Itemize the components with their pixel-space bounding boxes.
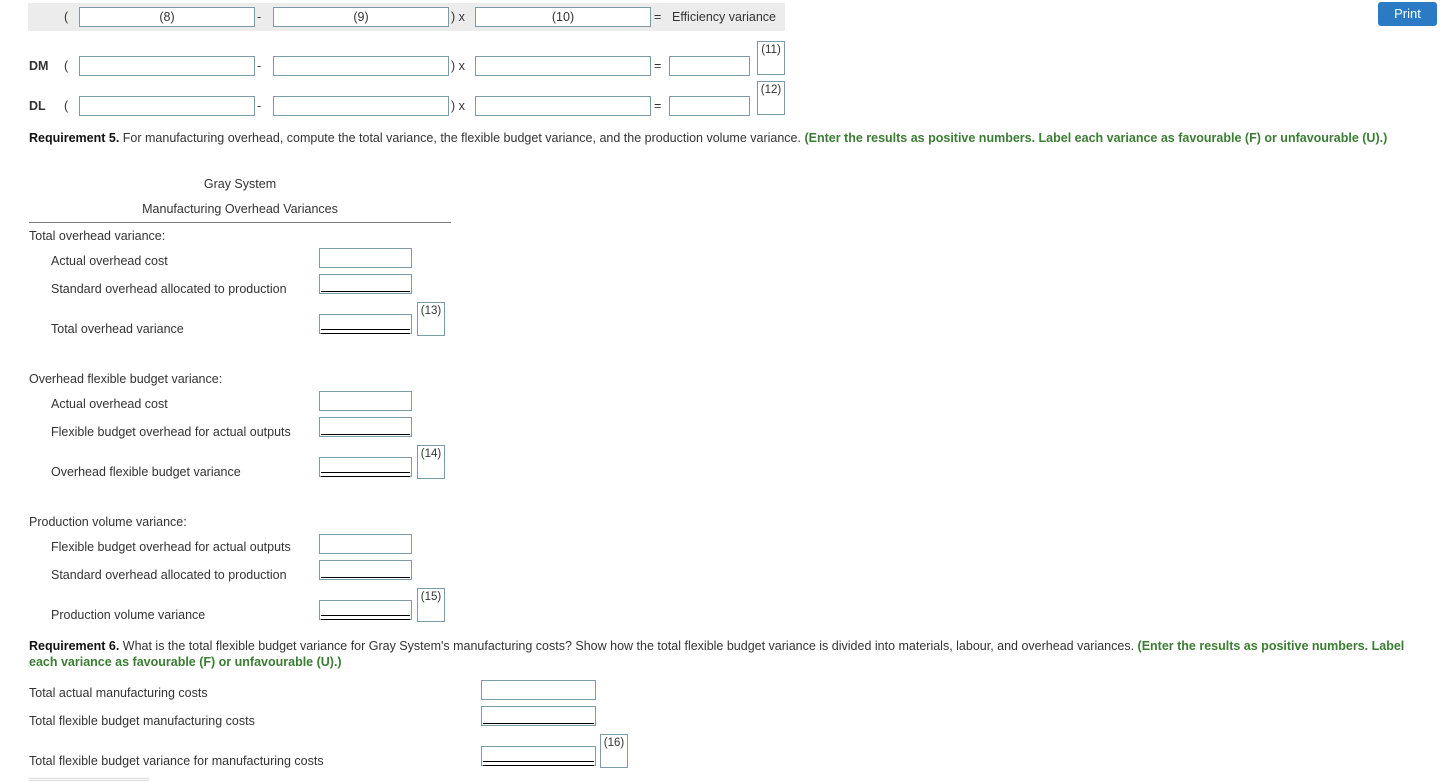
statement-title: Manufacturing Overhead Variances [142,202,338,216]
variance-label-select-16[interactable]: (16) [600,734,628,768]
section-heading-total-overhead-variance: Total overhead variance: [29,229,166,243]
row-label-total-overhead-variance: Total overhead variance [51,322,184,336]
input-total-actual-manufacturing-costs[interactable] [481,680,596,700]
input-flexible-budget-overhead-2[interactable] [319,534,412,554]
row-label-overhead-flexible-budget-variance: Overhead flexible budget variance [51,465,241,479]
dm-open-paren: ( [64,59,69,73]
worksheet-page: Print ( (8) - (9) ) x (10) = Efficiency … [0,0,1440,781]
row-label-flexible-budget-overhead-1: Flexible budget overhead for actual outp… [51,425,291,439]
row-label-standard-overhead-allocated-1: Standard overhead allocated to productio… [51,282,287,296]
row-label-actual-overhead-cost-1: Actual overhead cost [51,254,168,268]
requirement-5-instruction: (Enter the results as positive numbers. … [804,131,1388,145]
dm-efficiency-variance-input[interactable] [669,56,750,76]
requirement-5-text: Requirement 5. For manufacturing overhea… [29,130,1421,146]
print-button[interactable]: Print [1378,2,1437,26]
efficiency-variance-formula: ( (8) - (9) ) x (10) = Efficiency varian… [0,0,800,124]
dm-equals: = [654,59,662,73]
efficiency-variance-label: Efficiency variance [672,10,776,24]
dm-standard-quantity-input[interactable] [273,56,449,76]
dl-actual-quantity-input[interactable] [79,96,255,116]
requirement-5-body: For manufacturing overhead, compute the … [119,131,805,145]
subtotal-rule-1 [321,291,410,292]
header-box-10: (10) [475,7,651,27]
dm-actual-quantity-input[interactable] [79,56,255,76]
requirement-6-number: Requirement 6. [29,639,120,653]
requirement-6-text: Requirement 6. What is the total flexibl… [29,638,1421,670]
header-box-8: (8) [79,7,255,27]
subtotal-rule-4 [483,723,594,724]
row-label-total-flexible-budget-manufacturing-costs: Total flexible budget manufacturing cost… [29,714,255,728]
requirement-5-number: Requirement 5. [29,131,120,145]
subtotal-rule-2 [321,434,410,435]
section-heading-production-volume-variance: Production volume variance: [29,515,187,529]
total-rule-2 [321,472,410,477]
total-rule-4 [483,761,594,766]
variance-label-select-13[interactable]: (13) [417,302,445,336]
requirement-6-body: What is the total flexible budget varian… [119,639,1138,653]
statement-header-rule [29,222,451,223]
header-close-paren-times: ) x [451,10,465,24]
dl-open-paren: ( [64,99,69,113]
header-open-paren: ( [64,10,69,24]
header-minus: - [257,10,262,24]
input-actual-overhead-cost-2[interactable] [319,391,412,411]
dm-close-paren-times: ) x [451,59,465,73]
row-label-actual-overhead-cost-2: Actual overhead cost [51,397,168,411]
row-label-total-flexible-budget-variance: Total flexible budget variance for manuf… [29,754,324,768]
dl-standard-price-input[interactable] [475,96,651,116]
dl-equals: = [654,99,662,113]
dm-minus: - [257,59,262,73]
header-box-9: (9) [273,7,449,27]
header-equals: = [654,10,662,24]
formula-row-dm: DM ( - ) x = (11) [0,41,790,79]
input-actual-overhead-cost-1[interactable] [319,248,412,268]
row-label-production-volume-variance: Production volume variance [51,608,206,622]
dl-minus: - [257,99,262,113]
row-label-flexible-budget-overhead-2: Flexible budget overhead for actual outp… [51,540,291,554]
variance-label-select-15[interactable]: (15) [417,588,445,622]
variance-label-select-14[interactable]: (14) [417,445,445,479]
row-label-total-actual-manufacturing-costs: Total actual manufacturing costs [29,686,208,700]
row-label-dm: DM [29,59,49,73]
statement-company-name: Gray System [203,177,277,191]
dm-standard-price-input[interactable] [475,56,651,76]
section-heading-overhead-flexible-budget-variance: Overhead flexible budget variance: [29,372,223,386]
dm-variance-label-select[interactable]: (11) [757,41,785,75]
dl-efficiency-variance-input[interactable] [669,96,750,116]
dl-close-paren-times: ) x [451,99,465,113]
row-label-dl: DL [29,99,46,113]
dl-standard-quantity-input[interactable] [273,96,449,116]
total-rule-1 [321,329,410,334]
row-label-standard-overhead-allocated-2: Standard overhead allocated to productio… [51,568,287,582]
subtotal-rule-3 [321,577,410,578]
formula-row-dl: DL ( - ) x = (12) [0,81,790,119]
formula-header-row: ( (8) - (9) ) x (10) = Efficiency varian… [0,4,790,30]
dl-variance-label-select[interactable]: (12) [757,81,785,115]
total-rule-3 [321,615,410,620]
